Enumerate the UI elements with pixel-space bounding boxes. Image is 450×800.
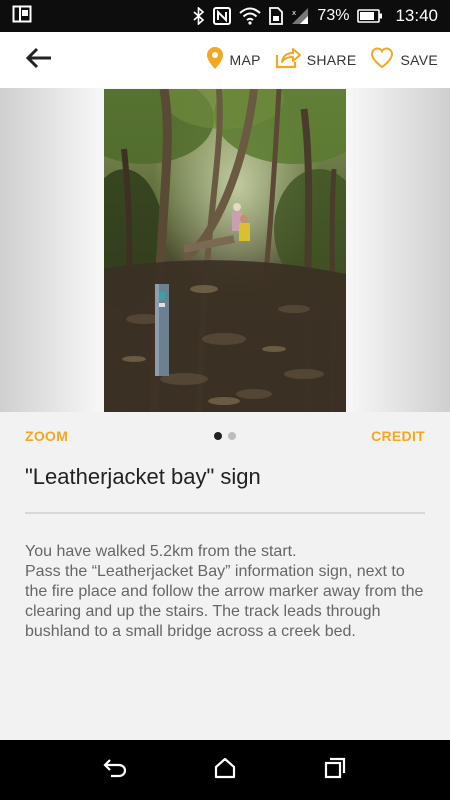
map-pin-icon [206,46,224,75]
battery-icon [357,9,383,23]
recents-nav-icon [324,757,346,784]
share-button[interactable]: SHARE [275,47,357,74]
share-label: SHARE [306,52,357,68]
toolbar-actions: MAP SHARE SAVE [206,32,439,88]
nav-home-button[interactable] [205,750,245,790]
page-dot-1[interactable] [214,432,222,440]
map-button[interactable]: MAP [206,46,261,75]
page-title: "Leatherjacket bay" sign [25,464,261,489]
status-bar: x 73% 13:40 [0,0,450,32]
save-label: SAVE [400,52,438,68]
sim-icon [269,7,284,25]
content-panel: "Leatherjacket bay" sign You have walked… [0,458,450,740]
wifi-icon [239,7,262,25]
battery-percent: 73% [317,7,350,24]
home-nav-icon [214,757,236,784]
description-text: You have walked 5.2km from the start. Pa… [25,543,424,640]
trail-photo[interactable] [104,89,346,412]
system-nav-bar [0,740,450,800]
svg-text:x: x [292,9,296,17]
signal-icon: x [291,7,309,25]
map-label: MAP [229,52,261,68]
back-nav-icon [103,758,127,783]
credit-button[interactable]: CREDIT [371,428,425,444]
page-indicator [214,432,236,440]
gallery-footer: ZOOM CREDIT [0,412,450,458]
share-icon [275,47,301,74]
bluetooth-icon [193,7,205,25]
app-bar: MAP SHARE SAVE [0,32,450,88]
nav-back-button[interactable] [95,750,135,790]
clock: 13:40 [395,6,438,25]
nav-recents-button[interactable] [315,750,355,790]
screen-mirror-icon [12,5,32,28]
divider [25,512,425,514]
nfc-icon [213,7,232,25]
save-button[interactable]: SAVE [370,46,438,74]
back-button[interactable] [24,46,54,74]
page-dot-2[interactable] [228,432,236,440]
heart-icon [370,46,394,74]
image-gallery[interactable] [0,88,450,412]
zoom-button[interactable]: ZOOM [25,428,68,444]
arrow-left-icon [25,46,53,75]
